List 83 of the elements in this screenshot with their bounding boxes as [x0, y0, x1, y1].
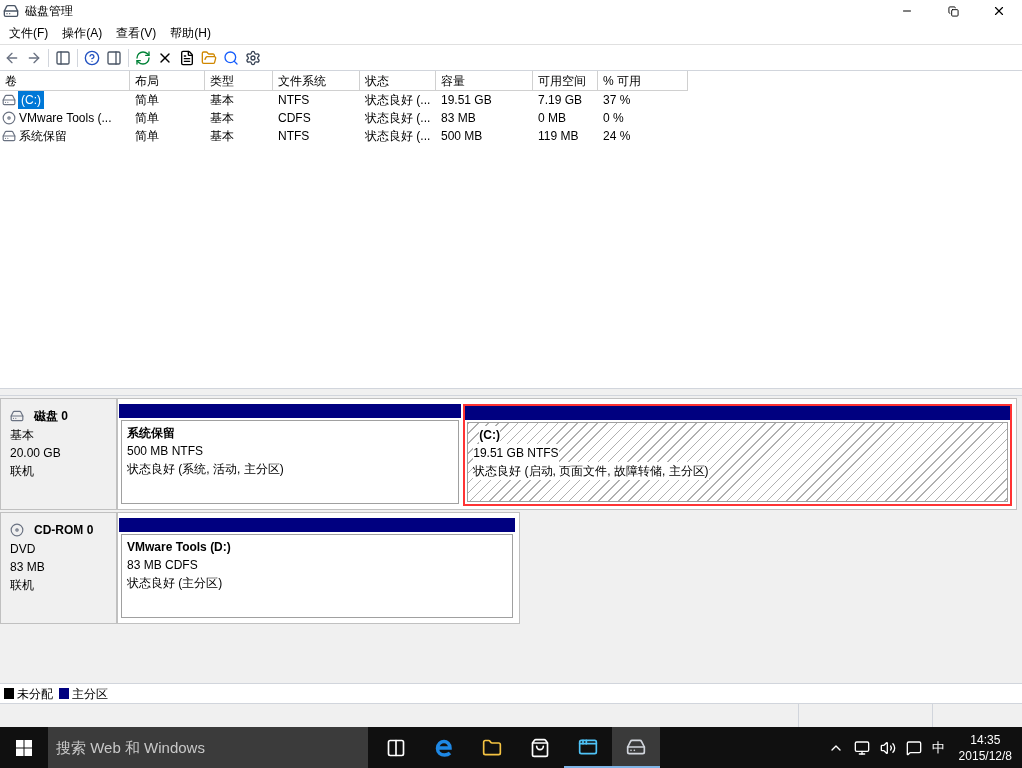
table-cell-text: 119 MB	[538, 128, 579, 145]
table-cell-text: 19.51 GB	[441, 92, 492, 109]
disk-name: 磁盘 0	[34, 408, 68, 425]
disk-state: 联机	[10, 463, 35, 480]
column-header[interactable]: 可用空间	[533, 71, 598, 91]
table-cell-text: CDFS	[278, 110, 311, 127]
folder-icon[interactable]	[201, 49, 217, 66]
close-icon	[992, 4, 1006, 18]
notification-icon[interactable]	[905, 739, 922, 756]
column-header[interactable]: 类型	[205, 71, 273, 91]
properties-icon[interactable]	[179, 49, 195, 66]
table-cell[interactable]: (C:)	[18, 91, 44, 109]
volume-icon[interactable]	[879, 739, 896, 756]
help-icon[interactable]	[84, 49, 100, 66]
table-cell-text: 简单	[135, 92, 159, 109]
input-method-indicator[interactable]: 中	[931, 737, 945, 758]
column-header[interactable]: 状态	[360, 71, 436, 91]
clock[interactable]: 14:35 2015/12/8	[958, 731, 1012, 764]
network-icon[interactable]	[853, 739, 870, 756]
column-header[interactable]: 布局	[130, 71, 205, 91]
disk-size: 20.00 GB	[10, 445, 62, 462]
disk-name: CD-ROM 0	[34, 522, 94, 539]
app-icon	[3, 3, 19, 19]
legend-label: 未分配	[17, 685, 53, 703]
table-cell-text: 状态良好 (...	[365, 128, 431, 145]
table-cell[interactable]: VMware Tools (...	[18, 109, 113, 127]
window-title: 磁盘管理	[25, 3, 73, 20]
legend-label: 主分区	[72, 685, 108, 703]
column-header[interactable]: % 可用	[598, 71, 688, 91]
restore-icon	[947, 5, 959, 17]
table-cell-text: 83 MB	[441, 110, 476, 127]
table-cell-text: 500 MB	[441, 128, 483, 145]
table-cell-text: 状态良好 (...	[365, 110, 431, 127]
table-cell-text: 7.19 GB	[538, 92, 583, 109]
search-field[interactable]: 搜索 Web 和 Windows	[48, 727, 368, 768]
refresh-icon[interactable]	[135, 49, 151, 66]
cd-drive-icon	[2, 111, 16, 125]
disk-size: 83 MB	[10, 559, 46, 576]
search-icon[interactable]	[223, 49, 239, 66]
partition-status: 状态良好 (主分区)	[127, 574, 223, 592]
taskbar-button[interactable]	[612, 727, 660, 768]
table-cell-text: 基本	[210, 110, 234, 127]
windows-logo-icon	[16, 739, 32, 756]
drive-icon	[2, 93, 16, 107]
disk-type: 基本	[10, 427, 35, 444]
partition-status: 状态良好 (系统, 活动, 主分区)	[127, 460, 284, 478]
disk-state: 联机	[10, 577, 35, 594]
partition-status: 状态良好 (启动, 页面文件, 故障转储, 主分区)	[473, 462, 709, 480]
partition-name: 系统保留	[127, 424, 175, 442]
column-header[interactable]: 文件系统	[273, 71, 360, 91]
menu-item[interactable]: 查看(V)	[109, 24, 164, 42]
shopping-bag-icon	[530, 737, 550, 758]
menu-item[interactable]: 文件(F)	[2, 24, 56, 42]
panel-icon[interactable]	[106, 49, 122, 66]
drive-icon	[2, 129, 16, 143]
table-cell-text: NTFS	[278, 128, 310, 145]
column-header[interactable]: 容量	[436, 71, 533, 91]
browser-icon	[434, 737, 454, 758]
disk-info-panel[interactable]: CD-ROM 0 DVD 83 MB 联机	[0, 512, 117, 624]
menu-item[interactable]: 帮助(H)	[163, 24, 218, 42]
disk-info-panel[interactable]: 磁盘 0 基本 20.00 GB 联机	[0, 398, 117, 510]
task-view-icon	[386, 737, 406, 758]
settings-icon[interactable]	[245, 49, 261, 66]
table-cell-text: 简单	[135, 110, 159, 127]
table-cell-text: 状态良好 (...	[365, 92, 431, 109]
partition-name: (C:)	[479, 426, 500, 444]
cd-drive-icon	[10, 523, 24, 537]
partition[interactable]: (C:) 19.51 GB NTFS 状态良好 (启动, 页面文件, 故障转储, 主分区)	[463, 404, 1012, 506]
panel-icon[interactable]	[55, 49, 71, 66]
partition-size: 19.51 GB NTFS	[473, 444, 559, 462]
table-cell-text: 基本	[210, 128, 234, 145]
table-cell-text: 37 %	[603, 92, 631, 109]
folder-icon	[482, 737, 502, 758]
drive-icon	[10, 409, 24, 423]
table-cell-text: 0 MB	[538, 110, 566, 127]
table-cell-text: 24 %	[603, 128, 631, 145]
table-cell[interactable]: 系统保留	[18, 127, 68, 145]
menu-item[interactable]: 操作(A)	[55, 24, 110, 42]
disk-type: DVD	[10, 541, 37, 558]
table-cell-text: 0 %	[603, 110, 624, 127]
table-cell-text: 简单	[135, 128, 159, 145]
table-cell-text: 基本	[210, 92, 234, 109]
table-cell-text: NTFS	[278, 92, 310, 109]
